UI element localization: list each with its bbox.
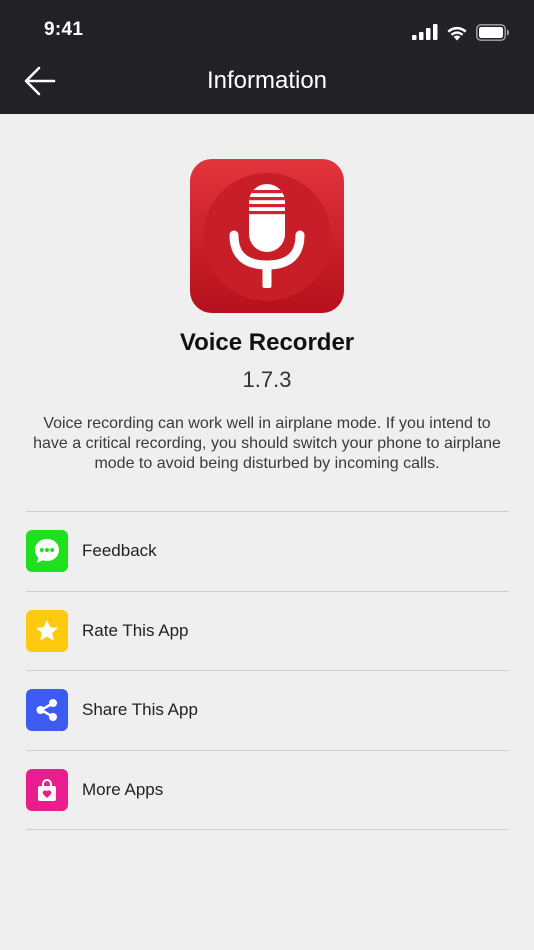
menu-label-share: Share This App bbox=[82, 700, 198, 720]
microphone-icon bbox=[203, 173, 331, 301]
shopping-bag-icon bbox=[26, 768, 68, 811]
top-bar: 9:41 Information bbox=[0, 0, 534, 114]
battery-icon bbox=[476, 23, 509, 41]
app-name: Voice Recorder bbox=[179, 329, 355, 356]
page-title: Information bbox=[206, 67, 328, 94]
signal-icon bbox=[412, 24, 438, 40]
star-icon bbox=[26, 609, 68, 652]
app-version: 1.7.3 bbox=[242, 367, 292, 392]
menu-label-more-apps: More Apps bbox=[82, 779, 164, 799]
app-description: Voice recording can work well in airplan… bbox=[33, 415, 501, 472]
share-app-item[interactable]: Share This App bbox=[26, 671, 509, 751]
rate-app-item[interactable]: Rate This App bbox=[26, 592, 509, 671]
menu-label-feedback: Feedback bbox=[82, 541, 157, 561]
feedback-item[interactable]: Feedback bbox=[26, 512, 509, 592]
info-menu: Feedback Rate This App Share This App Mo… bbox=[26, 511, 509, 830]
wifi-icon bbox=[447, 26, 467, 40]
share-icon bbox=[26, 689, 68, 732]
app-icon bbox=[190, 159, 344, 313]
status-icons bbox=[412, 20, 510, 44]
menu-label-rate: Rate This App bbox=[82, 620, 189, 640]
chat-bubble-icon bbox=[26, 530, 68, 573]
more-apps-item[interactable]: More Apps bbox=[26, 751, 509, 830]
status-time: 9:41 bbox=[44, 19, 84, 40]
